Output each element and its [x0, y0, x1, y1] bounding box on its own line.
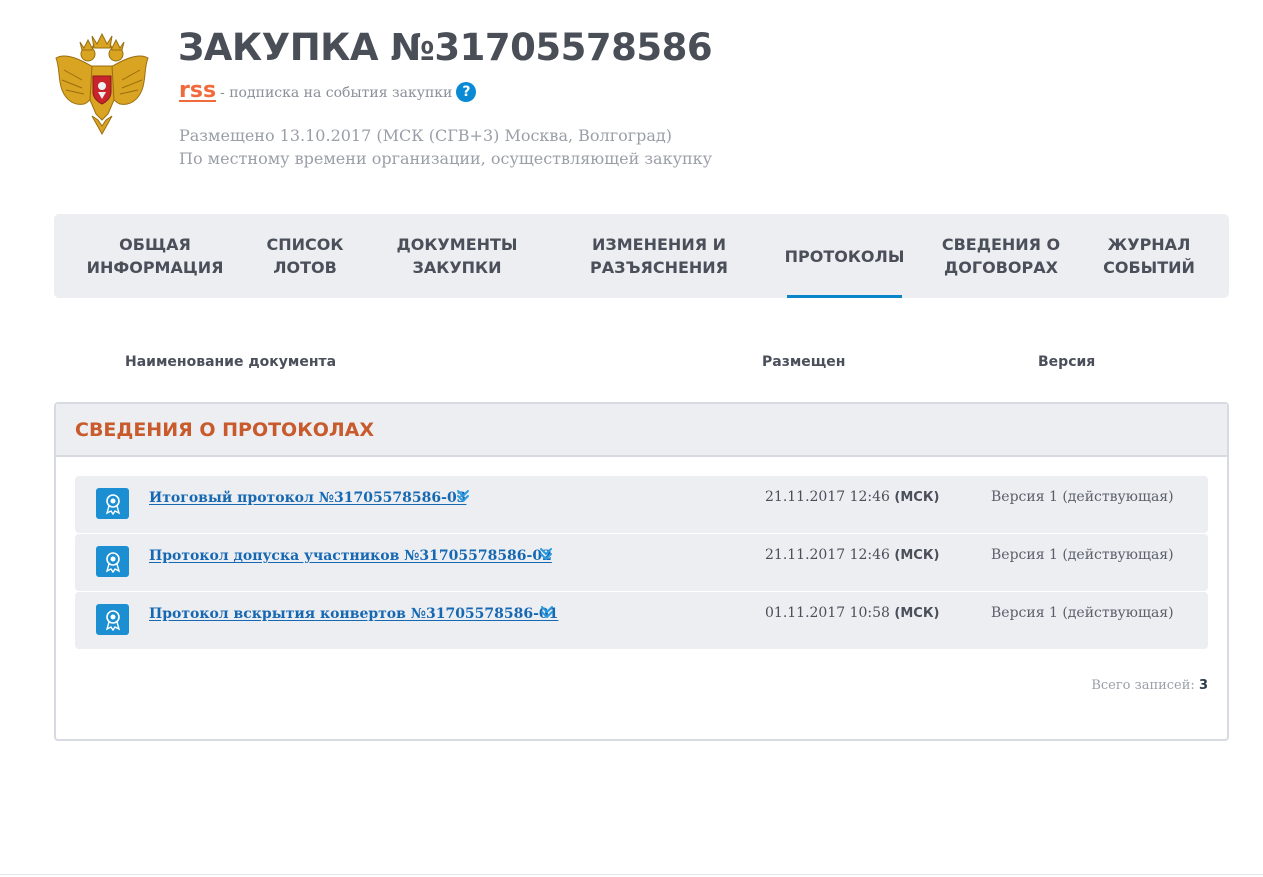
rss-subscription: rss - подписка на события закупки ?	[179, 78, 477, 103]
tab-label: ОБЩАЯ	[119, 235, 191, 254]
tab-label: ИНФОРМАЦИЯ	[86, 258, 224, 277]
protocol-document-icon	[96, 488, 129, 519]
page-title: ЗАКУПКА №31705578586	[178, 26, 713, 69]
procurement-tabs: ОБЩАЯ ИНФОРМАЦИЯ СПИСОК ЛОТОВ ДОКУМЕНТЫ ЗАК…	[54, 214, 1229, 298]
column-header-version: Версия	[1038, 354, 1096, 370]
panel-header: СВЕДЕНИЯ О ПРОТОКОЛАХ	[56, 404, 1227, 457]
table-row: Протокол допуска участников №31705578586…	[75, 534, 1208, 591]
posted-date-cell: 21.11.2017 12:46 (МСК)	[765, 547, 939, 563]
posted-date-cell: 21.11.2017 12:46 (МСК)	[765, 489, 939, 505]
protocol-link[interactable]: Протокол допуска участников №31705578586…	[149, 548, 552, 564]
tab-label: ПРОТОКОЛЫ	[784, 246, 905, 266]
timezone-label: (МСК)	[894, 606, 940, 621]
posted-date-cell: 01.11.2017 10:58 (МСК)	[765, 605, 939, 621]
posted-date: Размещено 13.10.2017 (МСК (СГВ+3) Москва…	[179, 126, 672, 145]
chevron-double-down-icon[interactable]	[455, 488, 471, 504]
tab-event-log[interactable]: ЖУРНАЛ СОБЫТИЙ	[1092, 214, 1206, 298]
total-records-count: 3	[1198, 678, 1208, 693]
table-row: Протокол вскрытия конвертов №31705578586…	[75, 592, 1208, 649]
protocols-panel: СВЕДЕНИЯ О ПРОТОКОЛАХ Итоговый протокол …	[54, 402, 1229, 741]
divider	[0, 874, 1263, 875]
tab-contracts-info[interactable]: СВЕДЕНИЯ О ДОГОВОРАХ	[926, 214, 1076, 298]
protocol-link[interactable]: Итоговый протокол №31705578586-03	[149, 490, 466, 506]
chevron-double-down-icon[interactable]	[539, 604, 555, 620]
tab-label: СПИСОК	[266, 235, 344, 254]
posted-info: Размещено 13.10.2017 (МСК (СГВ+3) Москва…	[179, 124, 712, 170]
coat-of-arms-icon	[55, 32, 149, 136]
timezone-label: (МСК)	[894, 490, 940, 505]
column-header-document-name: Наименование документа	[125, 354, 337, 370]
total-records-label: Всего записей:	[1091, 678, 1195, 693]
tab-label: СОБЫТИЙ	[1103, 258, 1195, 277]
tab-label: ЖУРНАЛ	[1107, 235, 1191, 254]
chevron-double-down-icon[interactable]	[538, 546, 554, 562]
tab-protocols[interactable]: ПРОТОКОЛЫ	[784, 214, 905, 298]
rss-description: - подписка на события закупки	[220, 85, 453, 101]
date-value: 01.11.2017 10:58	[765, 605, 890, 621]
tab-label: РАЗЪЯСНЕНИЯ	[590, 258, 728, 277]
tab-label: ИЗМЕНЕНИЯ И	[592, 235, 726, 254]
tab-label: ДОКУМЕНТЫ	[396, 235, 518, 254]
protocol-document-icon	[96, 604, 129, 635]
protocol-document-icon	[96, 546, 129, 577]
version-cell: Версия 1 (действующая)	[991, 489, 1174, 505]
total-records: Всего записей: 3	[1091, 678, 1208, 693]
posted-timezone-note: По местному времени организации, осущест…	[179, 149, 713, 168]
help-icon[interactable]: ?	[456, 81, 477, 102]
panel-title: СВЕДЕНИЯ О ПРОТОКОЛАХ	[75, 418, 375, 441]
tab-label: ЛОТОВ	[273, 258, 337, 277]
tab-procurement-docs[interactable]: ДОКУМЕНТЫ ЗАКУПКИ	[380, 214, 534, 298]
tab-label: ЗАКУПКИ	[412, 258, 502, 277]
version-cell: Версия 1 (действующая)	[991, 547, 1174, 563]
tab-label: СВЕДЕНИЯ О	[941, 235, 1061, 254]
rss-link[interactable]: rss	[179, 78, 216, 103]
tab-label: ДОГОВОРАХ	[944, 258, 1058, 277]
column-header-posted: Размещен	[762, 354, 846, 370]
table-row: Итоговый протокол №31705578586-03 21.11.…	[75, 476, 1208, 533]
tab-general-info[interactable]: ОБЩАЯ ИНФОРМАЦИЯ	[74, 214, 236, 298]
protocol-link[interactable]: Протокол вскрытия конвертов №31705578586…	[149, 606, 558, 622]
tab-changes-clarifications[interactable]: ИЗМЕНЕНИЯ И РАЗЪЯСНЕНИЯ	[574, 214, 744, 298]
version-cell: Версия 1 (действующая)	[991, 605, 1174, 621]
tab-lots-list[interactable]: СПИСОК ЛОТОВ	[250, 214, 360, 298]
date-value: 21.11.2017 12:46	[765, 489, 890, 505]
timezone-label: (МСК)	[894, 548, 940, 563]
date-value: 21.11.2017 12:46	[765, 547, 890, 563]
